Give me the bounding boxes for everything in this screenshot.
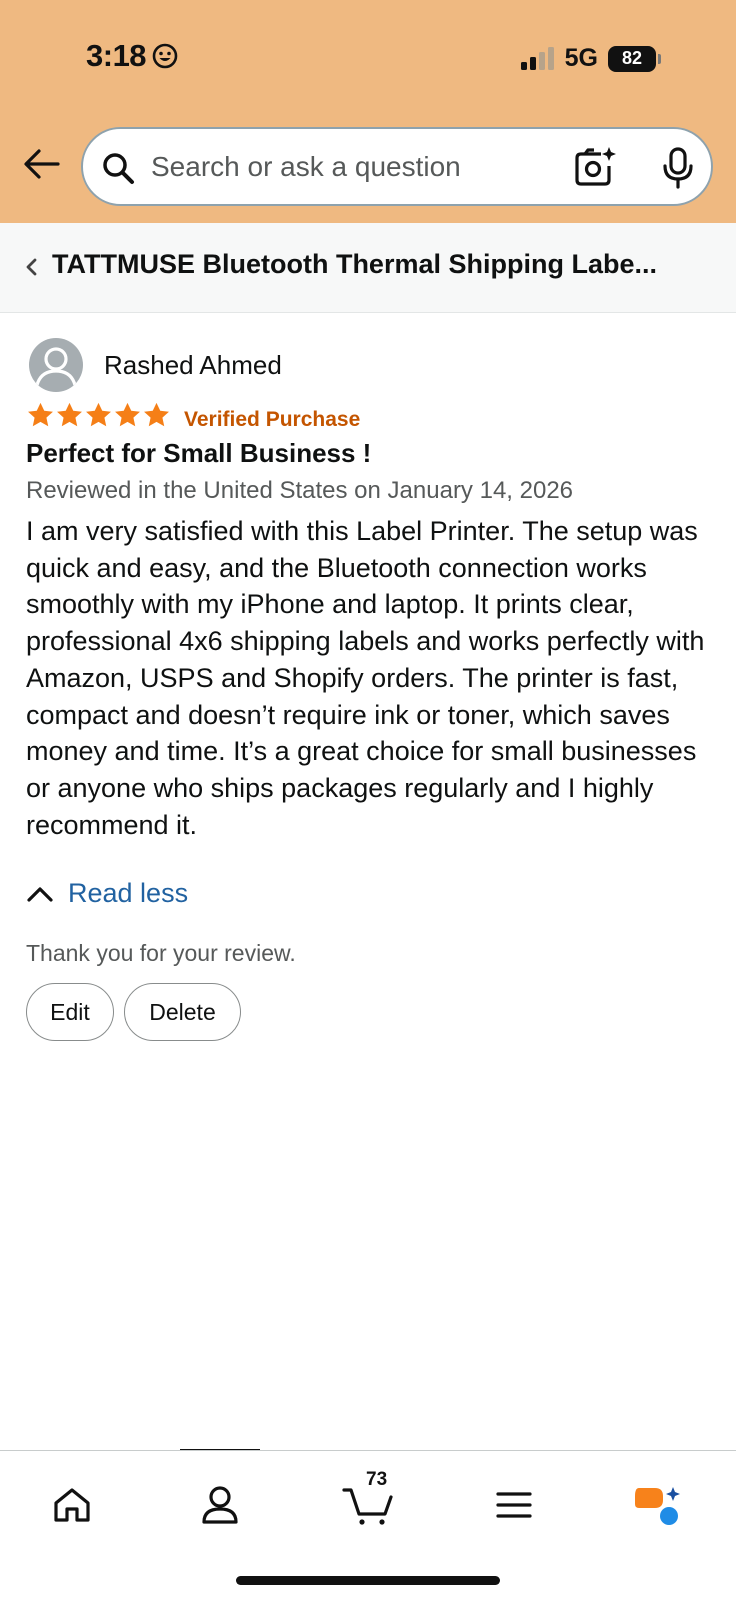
review-actions: Edit Delete [26,983,241,1041]
search-input[interactable] [151,147,531,187]
home-indicator [236,1576,500,1585]
search-bar[interactable] [81,127,713,206]
time-text: 3:18 [86,38,147,73]
tab-rufus[interactable] [628,1477,688,1533]
edit-button[interactable]: Edit [26,983,114,1041]
focus-smile-icon [152,43,178,69]
back-arrow-icon[interactable] [22,146,62,182]
star-icon [86,402,111,427]
product-title[interactable]: TATTMUSE Bluetooth Thermal Shipping Labe… [52,249,722,280]
battery-level: 82 [621,48,643,68]
breadcrumb[interactable]: TATTMUSE Bluetooth Thermal Shipping Labe… [0,223,736,313]
user-silhouette-icon [35,347,77,386]
star-rating [26,401,171,430]
tab-home[interactable] [42,1477,102,1533]
chevron-up-icon [27,886,53,902]
rufus-icon [635,1487,680,1525]
review-title: Perfect for Small Business ! [26,438,372,468]
signal-icon [520,46,554,70]
verified-purchase-badge: Verified Purchase [184,408,361,431]
star-icon [57,402,82,427]
delete-button[interactable]: Delete [124,983,241,1041]
network-type: 5G [564,44,598,72]
star-icon [115,402,140,427]
read-less-link[interactable]: Read less [26,878,188,909]
battery-icon: 82 [608,45,661,72]
thank-you-message: Thank you for your review. [26,940,296,966]
chevron-left-icon[interactable] [24,253,40,281]
star-icon [144,402,169,427]
microphone-icon[interactable] [660,147,696,189]
status-bar: 3:18 5G 82 [0,0,736,120]
review-body: I am very satisfied with this Label Prin… [26,516,705,840]
home-icon [54,1488,90,1522]
review-date: Reviewed in the United States on January… [26,477,574,504]
tab-account[interactable] [190,1477,250,1533]
status-indicators: 5G 82 [519,44,661,73]
reviewer-name: Rashed Ahmed [104,350,282,380]
read-less-label[interactable]: Read less [68,878,188,909]
camera-lens-icon[interactable] [573,146,617,188]
status-time: 3:18 [86,38,178,74]
app-header: 3:18 5G 82 [0,0,736,223]
star-icon [28,402,53,427]
menu-icon [496,1492,532,1518]
account-icon [202,1486,238,1524]
tab-menu[interactable] [484,1477,544,1533]
cart-count: 73 [366,1469,388,1490]
tab-cart[interactable]: 73 [336,1469,400,1533]
search-icon [103,153,134,184]
avatar [29,338,83,392]
